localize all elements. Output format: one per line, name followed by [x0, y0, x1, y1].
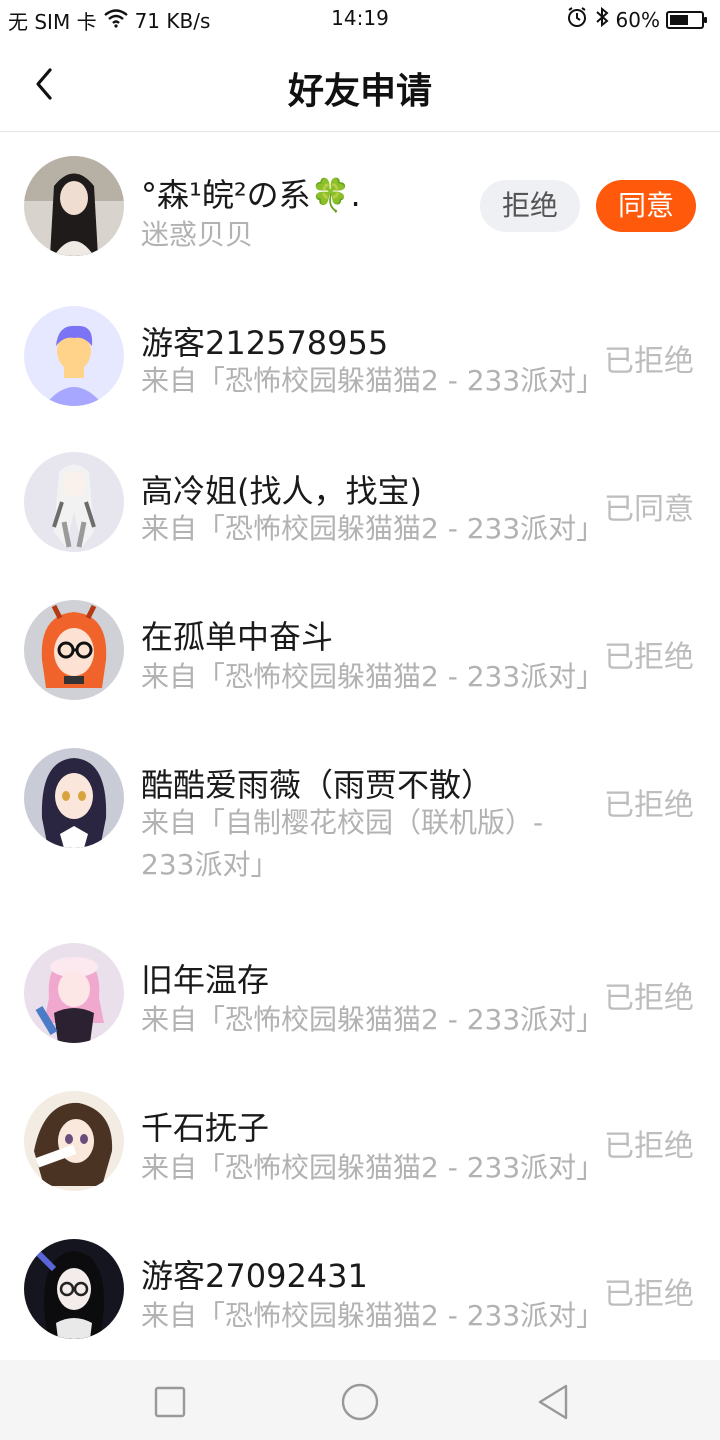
requester-source: 来自「恐怖校园躲猫猫2 - 233派对」	[141, 1151, 605, 1184]
avatar[interactable]	[24, 156, 124, 256]
requester-source: 来自「恐怖校园躲猫猫2 - 233派对」	[141, 1299, 605, 1332]
requester-source: 来自「恐怖校园躲猫猫2 - 233派对」	[141, 660, 605, 693]
request-status: 已拒绝	[604, 788, 694, 823]
requester-source: 来自「自制樱花校园（联机版）- 233派对」	[141, 806, 544, 881]
avatar	[24, 306, 124, 406]
requester-name: 高冷姐(找人，找宝)	[141, 472, 422, 510]
avatar	[24, 748, 124, 848]
requester-name: °森¹皖²の系🍀.	[141, 176, 361, 214]
friend-request-item[interactable]: 游客27092431 来自「恐怖校园躲猫猫2 - 233派对」 已拒绝	[0, 1217, 720, 1365]
alarm-icon	[566, 6, 588, 33]
app-header: 好友申请	[0, 38, 720, 132]
friend-request-item: °森¹皖²の系🍀. 迷惑贝贝 拒绝 同意	[0, 132, 720, 282]
requester-name: 在孤单中奋斗	[141, 618, 334, 656]
page-title: 好友申请	[287, 71, 432, 112]
friend-request-item[interactable]: 在孤单中奋斗 来自「恐怖校园躲猫猫2 - 233派对」 已拒绝	[0, 578, 720, 726]
status-bar: 无 SIM 卡 71 KB/s 14:19 60%	[0, 0, 720, 38]
requester-name: 千石抚子	[141, 1109, 270, 1147]
requester-name: 游客27092431	[141, 1257, 368, 1295]
requester-name: 游客212578955	[141, 324, 389, 362]
avatar	[24, 1239, 124, 1339]
friend-request-item[interactable]: 游客212578955 来自「恐怖校园躲猫猫2 - 233派对」 已拒绝	[0, 282, 720, 430]
friend-request-item[interactable]: 酷酷爱雨薇（雨贾不散） 来自「自制樱花校园（联机版）- 233派对」 已拒绝	[0, 726, 720, 921]
request-status: 已拒绝	[604, 1277, 694, 1312]
friend-request-item[interactable]: 高冷姐(找人，找宝) 来自「恐怖校园躲猫猫2 - 233派对」 已同意	[0, 430, 720, 578]
system-nav-bar	[0, 1360, 720, 1440]
bluetooth-icon	[594, 6, 610, 33]
friend-request-item[interactable]: 千石抚子 来自「恐怖校园躲猫猫2 - 233派对」 已拒绝	[0, 1069, 720, 1217]
requester-source: 来自「恐怖校园躲猫猫2 - 233派对」	[141, 364, 605, 397]
triangle-back-icon	[538, 1384, 568, 1420]
avatar	[24, 600, 124, 700]
nav-back-button[interactable]	[534, 1382, 574, 1422]
avatar	[24, 1091, 124, 1191]
battery-icon	[666, 10, 707, 29]
avatar	[24, 943, 124, 1043]
home-button[interactable]	[340, 1382, 380, 1422]
square-icon	[154, 1386, 186, 1418]
request-status: 已拒绝	[604, 344, 694, 379]
request-status: 已拒绝	[604, 981, 694, 1016]
clock: 14:19	[331, 6, 389, 30]
request-status: 已同意	[604, 492, 694, 527]
battery-percent: 60%	[615, 7, 660, 32]
accept-button[interactable]: 同意	[596, 180, 696, 232]
circle-icon	[341, 1383, 379, 1421]
requester-source: 来自「恐怖校园躲猫猫2 - 233派对」	[141, 512, 605, 545]
friend-request-list: °森¹皖²の系🍀. 迷惑贝贝 拒绝 同意 游客212578955 来自「恐怖校园…	[0, 132, 720, 1365]
requester-name: 旧年温存	[141, 961, 270, 999]
requester-name: 酷酷爱雨薇（雨贾不散）	[141, 766, 494, 804]
reject-button[interactable]: 拒绝	[480, 180, 580, 232]
recent-apps-button[interactable]	[150, 1382, 190, 1422]
request-status: 已拒绝	[604, 1129, 694, 1164]
friend-request-item[interactable]: 旧年温存 来自「恐怖校园躲猫猫2 - 233派对」 已拒绝	[0, 921, 720, 1069]
avatar	[24, 452, 124, 552]
requester-source: 来自「恐怖校园躲猫猫2 - 233派对」	[141, 1003, 605, 1036]
request-status: 已拒绝	[604, 640, 694, 675]
